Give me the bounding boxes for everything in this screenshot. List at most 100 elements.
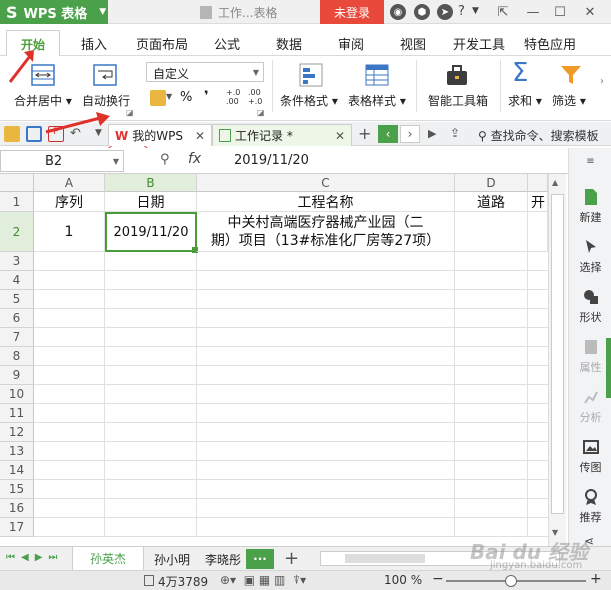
minimize-icon[interactable]: —	[524, 4, 542, 20]
cell-e1[interactable]: 开	[528, 192, 548, 212]
cell-d1[interactable]: 道路	[455, 192, 528, 212]
close-icon[interactable]: ✕	[195, 129, 205, 143]
ribbon-scroll-right-icon[interactable]: ›	[600, 76, 604, 87]
panel-toggle-icon[interactable]: ≡	[569, 148, 611, 174]
percent-button[interactable]: %	[180, 90, 192, 105]
panel-upload-image[interactable]: 传图	[569, 438, 611, 475]
row-header[interactable]: 13	[0, 442, 34, 461]
app-menu-button[interactable]: S WPS 表格 ▼	[0, 0, 108, 24]
tab-workbook[interactable]: 工作记录 * ✕	[212, 124, 352, 146]
cell-c1[interactable]: 工程名称	[197, 192, 455, 212]
sum-icon[interactable]: Σ	[512, 58, 528, 88]
tab-review[interactable]: 审阅	[338, 34, 364, 53]
panel-collapse-handle[interactable]	[606, 338, 611, 398]
login-button[interactable]: 未登录	[320, 0, 384, 24]
row-header[interactable]: 8	[0, 347, 34, 366]
panel-shape[interactable]: 形状	[569, 288, 611, 325]
tab-view[interactable]: 视图	[400, 34, 426, 53]
cell-d2[interactable]	[455, 212, 528, 252]
close-icon[interactable]: ✕	[581, 4, 599, 20]
sheet-tab[interactable]: 孙小明	[146, 547, 198, 571]
view-mode-icons[interactable]: ⊕▾ ▣ ▦ ▥ ⍒▾	[220, 573, 306, 588]
horizontal-scroll-thumb[interactable]	[345, 554, 425, 563]
auto-wrap-button[interactable]: 自动换行	[82, 92, 130, 109]
currency-icon[interactable]	[150, 90, 166, 106]
number-dialog-launcher-icon[interactable]: ◪	[257, 108, 265, 117]
panel-new[interactable]: 新建	[569, 188, 611, 225]
row-header[interactable]: 1	[0, 192, 34, 212]
cell-b1[interactable]: 日期	[105, 192, 197, 212]
restore-ribbon-icon[interactable]: ⇱	[494, 4, 512, 20]
alignment-dialog-launcher-icon[interactable]: ◪	[126, 108, 134, 117]
scroll-thumb[interactable]	[551, 194, 564, 514]
tab-page-layout[interactable]: 页面布局	[136, 34, 188, 53]
zoom-slider-thumb[interactable]	[505, 575, 517, 587]
zoom-in-icon[interactable]: +	[590, 571, 602, 587]
tab-formulas[interactable]: 公式	[214, 34, 240, 53]
close-icon[interactable]: ✕	[335, 129, 345, 143]
panel-select[interactable]: 选择	[569, 238, 611, 275]
row-header[interactable]: 7	[0, 328, 34, 347]
row-header[interactable]: 15	[0, 480, 34, 499]
open-folder-icon[interactable]	[4, 126, 20, 142]
column-header-a[interactable]: A	[34, 174, 105, 192]
tab-special[interactable]: 特色应用	[524, 34, 576, 53]
zoom-level[interactable]: 100 %	[384, 573, 422, 587]
conditional-format-button[interactable]: 条件格式 ▾	[280, 92, 338, 109]
more-sheets-button[interactable]: ···	[246, 549, 274, 569]
play-icon[interactable]: ▶	[428, 127, 436, 140]
tab-data[interactable]: 数据	[276, 34, 302, 53]
table-style-icon[interactable]	[364, 62, 390, 91]
filter-icon[interactable]	[558, 62, 584, 91]
merge-center-button[interactable]: 合并居中 ▾	[14, 92, 72, 109]
column-header-c[interactable]: C	[197, 174, 455, 192]
row-header[interactable]: 4	[0, 271, 34, 290]
cell-c2[interactable]: 中关村高端医疗器械产业园（二 期）项目（13#标准化厂房等27项）	[197, 212, 455, 252]
tab-scroll-left-icon[interactable]: ‹	[378, 125, 398, 143]
row-header[interactable]: 3	[0, 252, 34, 271]
empty-cells[interactable]	[34, 252, 548, 537]
search-command[interactable]: ⚲ 查找命令、搜索模板	[478, 127, 599, 144]
row-header[interactable]: 5	[0, 290, 34, 309]
decrease-decimal-button[interactable]: .00 +.0	[248, 88, 262, 106]
row-header[interactable]: 10	[0, 385, 34, 404]
panel-properties[interactable]: 属性	[569, 338, 611, 375]
function-button[interactable]: fx	[188, 151, 201, 167]
tab-developer[interactable]: 开发工具	[453, 34, 505, 53]
add-sheet-icon[interactable]: +	[284, 548, 299, 569]
panel-recommend[interactable]: 推荐	[569, 488, 611, 525]
cell-e2[interactable]	[528, 212, 548, 252]
column-header-e[interactable]	[528, 174, 548, 192]
share-icon[interactable]: ⇪	[450, 126, 460, 140]
row-header[interactable]: 6	[0, 309, 34, 328]
auto-wrap-icon[interactable]	[92, 62, 118, 91]
column-header-d[interactable]: D	[455, 174, 528, 192]
panel-analysis[interactable]: 分析	[569, 388, 611, 425]
zoom-search-icon[interactable]: ⚲	[160, 152, 170, 167]
comma-style-button[interactable]: ❜	[204, 89, 209, 104]
tab-insert[interactable]: 插入	[81, 34, 107, 53]
filter-button[interactable]: 筛选 ▾	[552, 92, 586, 109]
zoom-out-icon[interactable]: −	[432, 571, 444, 587]
cloud-icon[interactable]: ⬢	[414, 4, 430, 20]
conditional-format-icon[interactable]	[298, 62, 324, 91]
row-header[interactable]: 9	[0, 366, 34, 385]
help-icon[interactable]: ?	[458, 4, 465, 19]
row-header[interactable]: 17	[0, 518, 34, 537]
row-header[interactable]: 14	[0, 461, 34, 480]
chevron-down-icon[interactable]: ▼	[472, 6, 479, 16]
name-box[interactable]: B2 ▼	[0, 150, 124, 172]
new-tab-icon[interactable]: +	[358, 124, 371, 143]
tab-scroll-right-icon[interactable]: ›	[400, 125, 420, 143]
sum-button[interactable]: 求和 ▾	[508, 92, 542, 109]
sheet-nav-icons[interactable]: ⏮◀▶⏭	[6, 552, 63, 563]
skin-icon[interactable]: ◉	[390, 4, 406, 20]
increase-decimal-button[interactable]: +.0 .00	[226, 88, 240, 106]
number-format-select[interactable]: 自定义 ▼	[146, 62, 264, 82]
row-header[interactable]: 12	[0, 423, 34, 442]
maximize-icon[interactable]: ☐	[551, 4, 569, 20]
row-header[interactable]: 11	[0, 404, 34, 423]
cell-a2[interactable]: 1	[34, 212, 105, 252]
smart-toolbox-button[interactable]: 智能工具箱	[428, 92, 488, 109]
toolbox-icon[interactable]	[444, 62, 470, 91]
